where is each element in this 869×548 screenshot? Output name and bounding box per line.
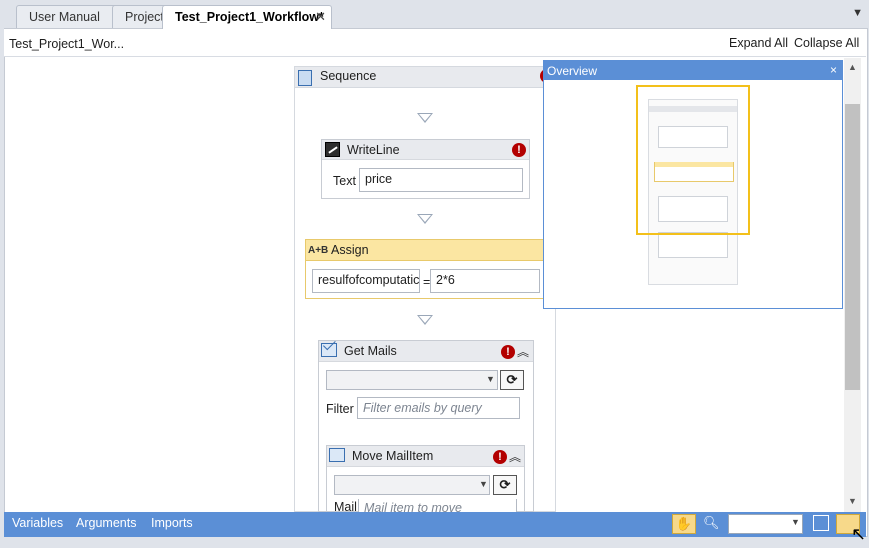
scroll-down-icon[interactable]: ▼ bbox=[848, 496, 857, 506]
refresh-button[interactable]: ⟳ bbox=[500, 370, 524, 390]
chevron-down-icon: ▼ bbox=[479, 479, 488, 489]
overview-viewport[interactable] bbox=[636, 85, 750, 235]
drop-target-arrow-icon[interactable] bbox=[417, 113, 433, 123]
sequence-title: Sequence bbox=[320, 69, 377, 83]
error-icon: ! bbox=[501, 345, 515, 359]
assign-value-field[interactable]: 2*6 bbox=[430, 269, 540, 293]
expand-all-button[interactable]: Expand All bbox=[729, 36, 788, 50]
move-mailitem-account-combo[interactable] bbox=[334, 475, 490, 495]
overview-title: Overview bbox=[547, 64, 598, 78]
move-mailitem-title: Move MailItem bbox=[352, 449, 434, 463]
variables-tab[interactable]: Variables bbox=[12, 516, 63, 530]
assign-icon: A+B bbox=[308, 245, 329, 256]
breadcrumb[interactable]: Test_Project1_Wor... bbox=[9, 37, 124, 51]
get-mails-account-combo[interactable] bbox=[326, 370, 498, 390]
scrollbar-thumb[interactable] bbox=[845, 104, 860, 390]
scroll-up-icon[interactable]: ▲ bbox=[848, 62, 857, 72]
mail-icon bbox=[321, 337, 337, 357]
mail-input[interactable]: Mail item to move bbox=[358, 499, 517, 512]
tab-label: Test_Project1_Workflow* bbox=[175, 10, 324, 24]
mail-row-clip: Mail Mail item to move bbox=[334, 499, 524, 512]
error-icon: ! bbox=[493, 450, 507, 464]
close-icon[interactable]: × bbox=[830, 63, 837, 77]
error-icon: ! bbox=[512, 143, 526, 157]
refresh-button[interactable]: ⟳ bbox=[493, 475, 517, 495]
writeline-title: WriteLine bbox=[347, 143, 400, 157]
text-label: Text bbox=[333, 174, 356, 188]
writeline-icon bbox=[325, 142, 340, 157]
collapse-icon[interactable]: ︽ bbox=[509, 448, 521, 465]
zoom-magnifier-icon[interactable]: 🔍︎ bbox=[703, 515, 720, 531]
assign-title: Assign bbox=[331, 243, 369, 257]
mail-label: Mail bbox=[334, 500, 357, 512]
drop-target-arrow-icon[interactable] bbox=[417, 315, 433, 325]
mouse-cursor-icon: ↖ bbox=[851, 524, 867, 544]
collapse-icon[interactable]: ︽ bbox=[517, 343, 529, 360]
imports-tab[interactable]: Imports bbox=[151, 516, 193, 530]
fit-to-screen-icon[interactable] bbox=[813, 515, 829, 531]
sequence-icon bbox=[298, 70, 312, 86]
text-field[interactable]: price bbox=[359, 168, 523, 192]
collapse-all-button[interactable]: Collapse All bbox=[794, 36, 859, 50]
chevron-down-icon: ▼ bbox=[486, 374, 495, 384]
chevron-down-icon: ▼ bbox=[791, 517, 800, 527]
pan-hand-icon[interactable]: ✋ bbox=[672, 514, 696, 534]
tab-label: User Manual bbox=[29, 10, 100, 24]
assign-to-field[interactable]: resulfofcomputatic bbox=[312, 269, 420, 293]
tab-label: Project bbox=[125, 10, 164, 24]
filter-input[interactable]: Filter emails by query bbox=[357, 397, 520, 419]
tab-user-manual[interactable]: User Manual bbox=[16, 5, 126, 28]
minimap-move-mailitem bbox=[658, 232, 728, 258]
arguments-tab[interactable]: Arguments bbox=[76, 516, 136, 530]
close-icon[interactable]: ✕ bbox=[315, 9, 326, 25]
tab-test-project1-workflow[interactable]: Test_Project1_Workflow* ✕ bbox=[162, 5, 332, 29]
drop-target-arrow-icon[interactable] bbox=[417, 214, 433, 224]
mail-icon bbox=[329, 448, 345, 462]
filter-label: Filter bbox=[326, 402, 354, 416]
tab-list-dropdown-icon[interactable]: ▼ bbox=[852, 7, 863, 19]
get-mails-title: Get Mails bbox=[344, 344, 397, 358]
